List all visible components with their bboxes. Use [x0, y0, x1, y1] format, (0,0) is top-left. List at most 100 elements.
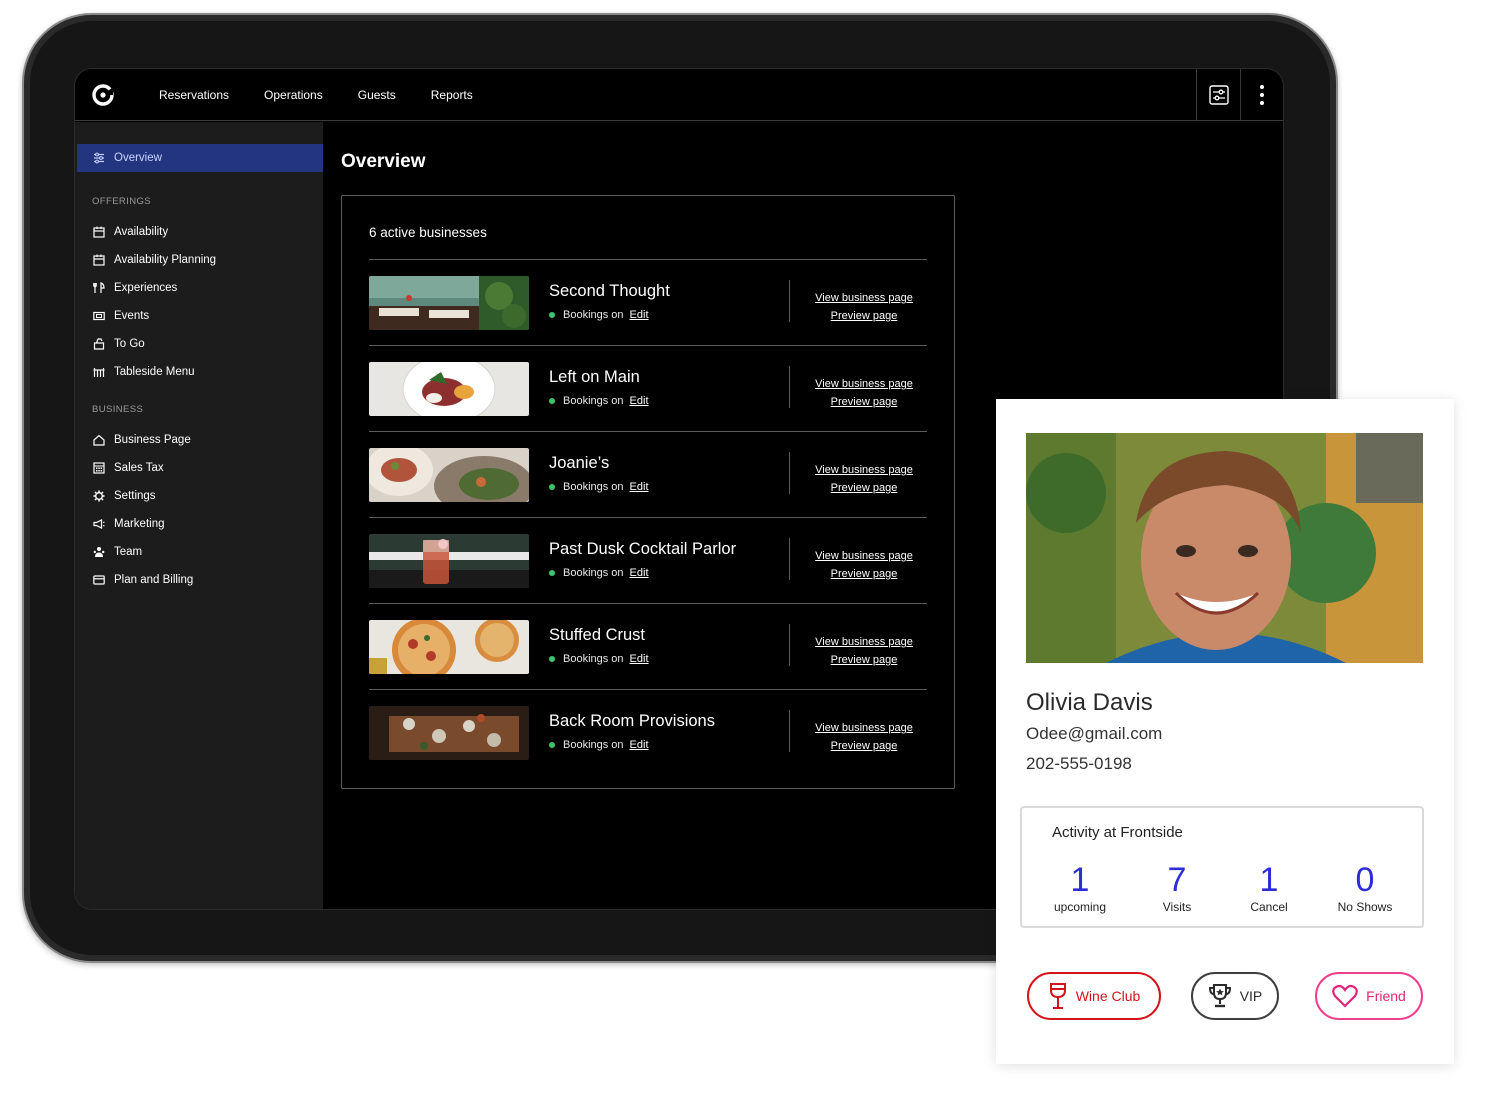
sidebar-item-label: Sales Tax [114, 462, 164, 474]
edit-link[interactable]: Edit [630, 309, 649, 321]
business-thumbnail [369, 448, 529, 502]
business-links: View business page Preview page [789, 633, 939, 669]
sidebar-item-label: Availability [114, 226, 169, 238]
guest-photo [1026, 433, 1423, 663]
sidebar-item-to-go[interactable]: To Go [75, 330, 323, 358]
wine-club-tag[interactable]: Wine Club [1027, 972, 1161, 1020]
status-label: Bookings on [563, 567, 624, 579]
sidebar-item-label: Settings [114, 490, 156, 502]
stat-label: upcoming [1053, 900, 1107, 914]
sidebar-item-tableside-menu[interactable]: Tableside Menu [75, 358, 323, 386]
business-name: Second Thought [549, 282, 670, 300]
sidebar-item-team[interactable]: Team [75, 538, 323, 566]
view-business-page-link[interactable]: View business page [789, 375, 939, 393]
vertical-dots-icon [1260, 85, 1264, 105]
tag-label: VIP [1239, 988, 1263, 1004]
filter-button[interactable] [1196, 69, 1240, 121]
calendar-icon [92, 253, 106, 267]
status-dot [549, 398, 555, 404]
nav-reservations[interactable]: Reservations [159, 88, 229, 102]
sidebar-item-plan-and-billing[interactable]: Plan and Billing [75, 566, 323, 594]
view-business-page-link[interactable]: View business page [789, 547, 939, 565]
guest-name: Olivia Davis [1026, 689, 1153, 716]
business-links: View business page Preview page [789, 375, 939, 411]
stat-value: 7 [1167, 861, 1187, 899]
business-links: View business page Preview page [789, 289, 939, 325]
status-dot [549, 570, 555, 576]
stat-no-shows: 0 No Shows [1320, 860, 1410, 914]
sidebar-item-sales-tax[interactable]: Sales Tax [75, 454, 323, 482]
business-row: Joanie’s Bookings on Edit View business p… [369, 431, 927, 517]
view-business-page-link[interactable]: View business page [789, 719, 939, 737]
preview-page-link[interactable]: Preview page [789, 307, 939, 325]
sidebar-item-events[interactable]: Events [75, 302, 323, 330]
business-thumbnail [369, 620, 529, 674]
sidebar-item-experiences[interactable]: Experiences [75, 274, 323, 302]
sidebar-item-availability-planning[interactable]: Availability Planning [75, 246, 323, 274]
business-name: Joanie’s [549, 454, 610, 472]
nav-guests[interactable]: Guests [358, 88, 396, 102]
business-thumbnail [369, 276, 529, 330]
preview-page-link[interactable]: Preview page [789, 737, 939, 755]
edit-link[interactable]: Edit [630, 739, 649, 751]
preview-page-link[interactable]: Preview page [789, 565, 939, 583]
preview-page-link[interactable]: Preview page [789, 651, 939, 669]
business-row: Stuffed Crust Bookings on Edit View busin… [369, 603, 927, 689]
nav-reports[interactable]: Reports [431, 88, 473, 102]
business-links: View business page Preview page [789, 547, 939, 583]
trophy-icon [1208, 983, 1232, 1009]
booking-status: Bookings on Edit [549, 309, 649, 321]
stat-cancel: 1 Cancel [1224, 860, 1314, 914]
tag-label: Wine Club [1075, 988, 1141, 1004]
status-label: Bookings on [563, 481, 624, 493]
edit-link[interactable]: Edit [630, 567, 649, 579]
view-business-page-link[interactable]: View business page [789, 461, 939, 479]
sidebar-item-marketing[interactable]: Marketing [75, 510, 323, 538]
booking-status: Bookings on Edit [549, 395, 649, 407]
sidebar-item-settings[interactable]: Settings [75, 482, 323, 510]
status-dot [549, 742, 555, 748]
friend-tag[interactable]: Friend [1315, 972, 1423, 1020]
activity-box: Activity at Frontside 1 upcoming 7 Visits … [1020, 806, 1424, 928]
edit-link[interactable]: Edit [630, 653, 649, 665]
business-name: Back Room Provisions [549, 712, 715, 730]
booking-status: Bookings on Edit [549, 739, 649, 751]
business-thumbnail [369, 706, 529, 760]
sidebar-item-label: Availability Planning [114, 254, 217, 266]
edit-link[interactable]: Edit [630, 481, 649, 493]
view-business-page-link[interactable]: View business page [789, 289, 939, 307]
view-business-page-link[interactable]: View business page [789, 633, 939, 651]
status-label: Bookings on [563, 739, 624, 751]
ticket-icon [92, 309, 106, 323]
status-dot [549, 484, 555, 490]
booking-status: Bookings on Edit [549, 653, 649, 665]
sidebar-item-availability[interactable]: Availability [75, 218, 323, 246]
megaphone-icon [92, 517, 106, 531]
status-label: Bookings on [563, 653, 624, 665]
stat-label: Visits [1162, 900, 1192, 914]
vip-tag[interactable]: VIP [1191, 972, 1279, 1020]
stat-value: 0 [1355, 861, 1375, 899]
stat-value: 1 [1259, 861, 1279, 899]
logo-icon[interactable] [91, 83, 115, 107]
sidebar-item-label: Plan and Billing [114, 574, 194, 586]
booking-status: Bookings on Edit [549, 567, 649, 579]
stat-label: Cancel [1250, 900, 1288, 914]
preview-page-link[interactable]: Preview page [789, 393, 939, 411]
page-title: Overview [341, 151, 426, 172]
sidebar-item-business-page[interactable]: Business Page [75, 426, 323, 454]
preview-page-link[interactable]: Preview page [789, 479, 939, 497]
more-options-button[interactable] [1240, 69, 1283, 121]
stat-upcoming: 1 upcoming [1035, 860, 1125, 914]
business-row: Left on Main Bookings on Edit View busine… [369, 345, 927, 431]
status-dot [549, 656, 555, 662]
sidebar-item-label: Tableside Menu [114, 366, 195, 378]
activity-title: Activity at Frontside [1052, 824, 1183, 841]
sliders-icon [92, 151, 106, 165]
business-count: 6 active businesses [369, 225, 487, 240]
nav-operations[interactable]: Operations [264, 88, 323, 102]
calculator-icon [92, 461, 106, 475]
sidebar-item-overview[interactable]: Overview [77, 144, 323, 172]
edit-link[interactable]: Edit [630, 395, 649, 407]
status-dot [549, 312, 555, 318]
